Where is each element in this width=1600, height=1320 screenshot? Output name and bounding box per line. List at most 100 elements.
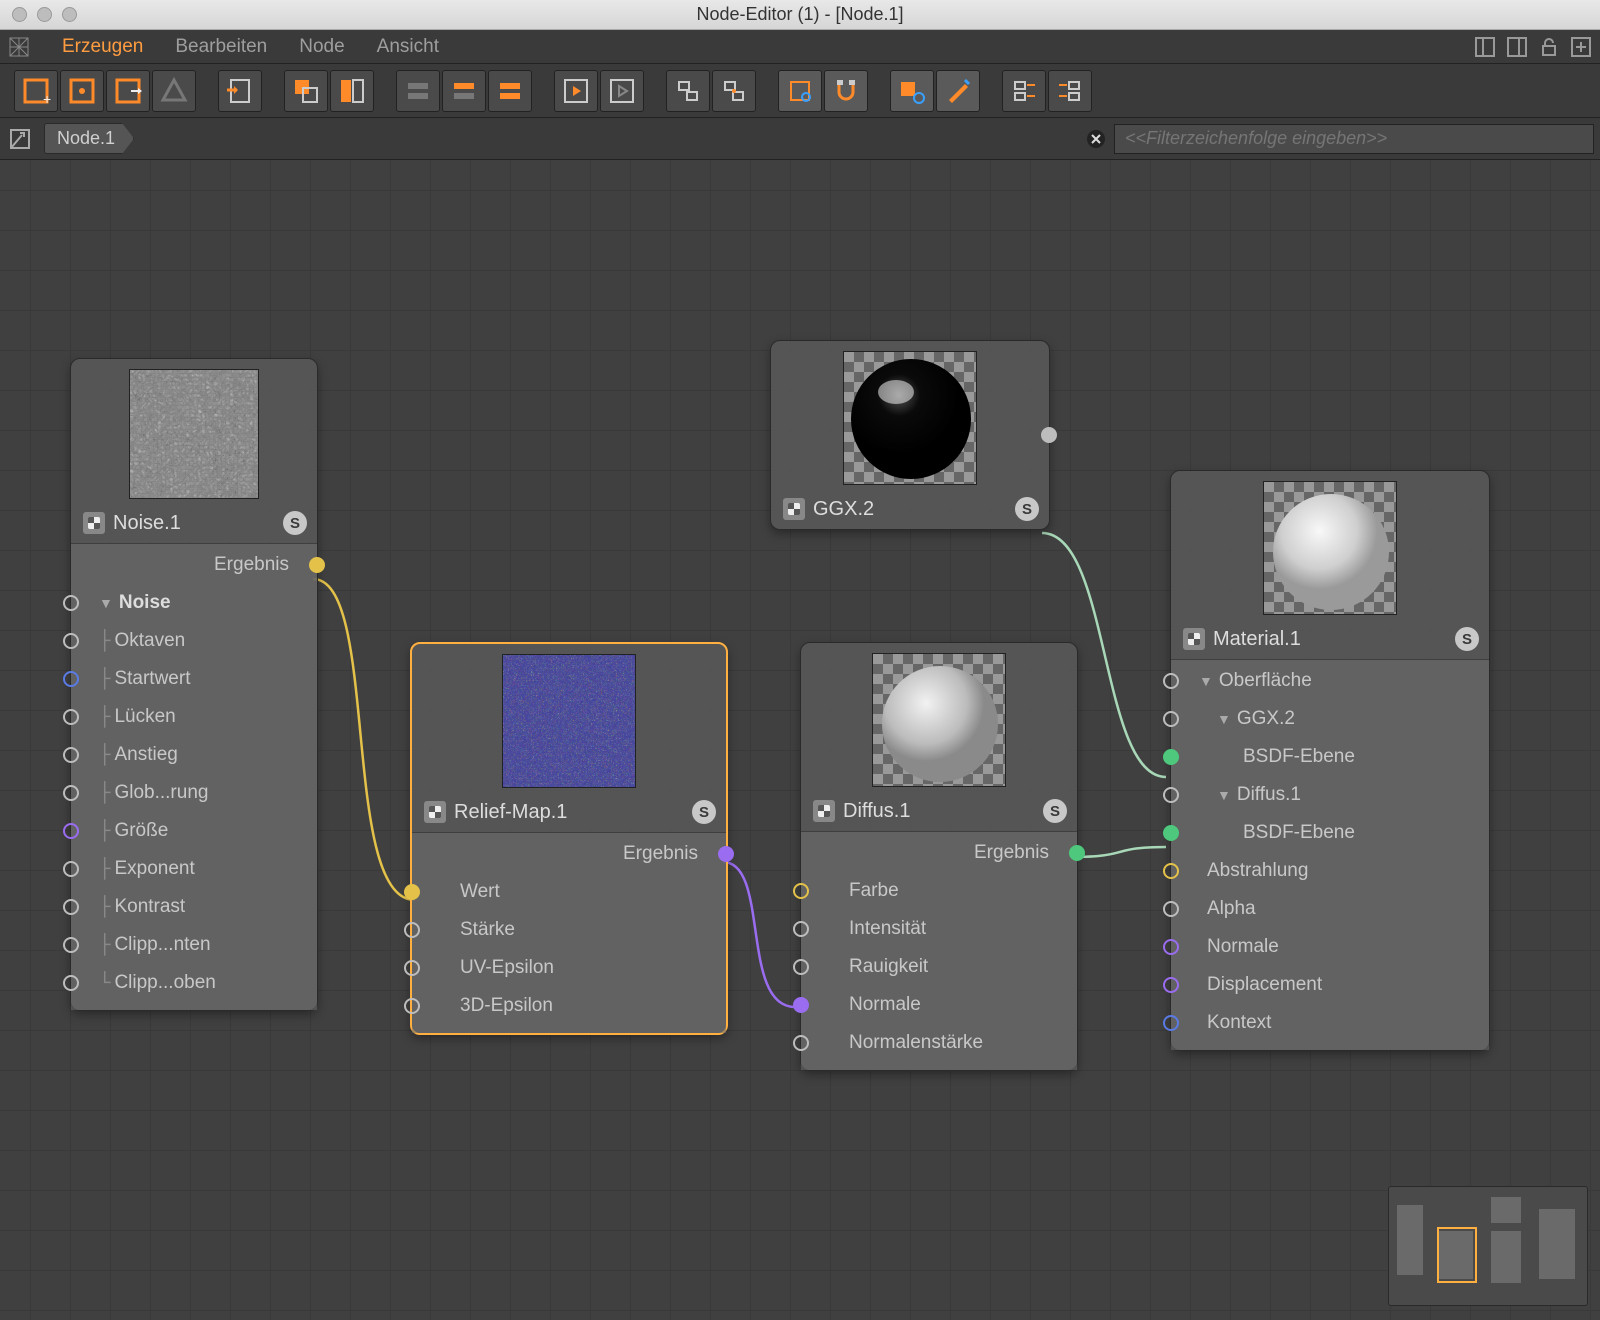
node-diffus[interactable]: Diffus.1 S Ergebnis Farbe Intensität Rau… [800,642,1078,1071]
node-header[interactable]: Noise.1 S [71,505,317,544]
solo-badge[interactable]: S [1015,497,1039,521]
param-row[interactable]: ▼GGX.2 [1171,700,1489,738]
input-port[interactable] [793,997,809,1013]
input-port[interactable] [63,709,79,725]
input-port[interactable] [1163,1015,1179,1031]
solo-badge[interactable]: S [1043,799,1067,823]
node-header[interactable]: Diffus.1 S [801,793,1077,832]
tool-snap-frame-icon[interactable] [778,70,822,112]
input-port[interactable] [793,959,809,975]
param-row[interactable]: Wert [412,873,726,911]
param-row[interactable]: Displacement [1171,966,1489,1004]
param-row[interactable]: Abstrahlung [1171,852,1489,890]
output-port[interactable] [718,846,734,862]
param-row[interactable]: ├Lücken [71,698,317,736]
tool-frame-out-icon[interactable] [106,70,150,112]
input-port[interactable] [1163,977,1179,993]
tool-frame-add-icon[interactable]: + [14,70,58,112]
input-port[interactable] [1163,673,1179,689]
minimap[interactable] [1388,1186,1588,1306]
param-row[interactable]: Stärke [412,911,726,949]
tool-align-1-icon[interactable] [666,70,710,112]
input-port[interactable] [63,747,79,763]
node-ggx[interactable]: GGX.2 S [770,340,1050,530]
param-row[interactable]: 3D-Epsilon [412,987,726,1025]
minimap-viewport[interactable] [1437,1227,1477,1283]
input-port[interactable] [404,884,420,900]
output-port[interactable] [1041,427,1057,443]
param-row[interactable]: ├Clipp...nten [71,926,317,964]
param-row[interactable]: └Clipp...oben [71,964,317,1002]
menu-ansicht[interactable]: Ansicht [361,36,455,58]
input-port[interactable] [793,921,809,937]
node-material[interactable]: Material.1 S ▼Oberfläche ▼GGX.2 BSDF-Ebe… [1170,470,1490,1051]
node-noise[interactable]: Noise.1 S Ergebnis ▼ Noise ├Oktaven ├Sta… [70,358,318,1011]
input-port[interactable] [1163,787,1179,803]
node-header[interactable]: Relief-Map.1 S [412,794,726,833]
input-port[interactable] [793,1035,809,1051]
lock-icon[interactable] [1536,34,1562,60]
param-row[interactable]: ▼Oberfläche [1171,662,1489,700]
tool-io-1-icon[interactable] [1002,70,1046,112]
input-port[interactable] [63,823,79,839]
output-row[interactable]: Ergebnis [801,834,1077,872]
node-header[interactable]: GGX.2 S [771,491,1049,529]
solo-badge[interactable]: S [1455,627,1479,651]
param-row[interactable]: ├Anstieg [71,736,317,774]
node-canvas[interactable]: Noise.1 S Ergebnis ▼ Noise ├Oktaven ├Sta… [0,160,1600,1320]
tool-play-outline-icon[interactable] [600,70,644,112]
layout-right-icon[interactable] [1504,34,1530,60]
input-port[interactable] [63,633,79,649]
param-row[interactable]: Normalenstärke [801,1024,1077,1062]
param-row[interactable]: BSDF-Ebene [1171,738,1489,776]
tool-frame-dot-icon[interactable] [60,70,104,112]
param-row[interactable]: Normale [1171,928,1489,966]
menu-erzeugen[interactable]: Erzeugen [46,36,159,58]
solo-badge[interactable]: S [692,800,716,824]
filter-input[interactable] [1114,124,1594,154]
param-row[interactable]: Alpha [1171,890,1489,928]
input-port[interactable] [63,861,79,877]
param-row[interactable]: ├Oktaven [71,622,317,660]
input-port[interactable] [404,960,420,976]
tool-import-icon[interactable] [218,70,262,112]
input-port[interactable] [1163,901,1179,917]
param-row[interactable]: ├Glob...rung [71,774,317,812]
input-port[interactable] [1163,711,1179,727]
input-port[interactable] [1163,825,1179,841]
output-port[interactable] [309,557,325,573]
tool-shape-icon[interactable] [152,70,196,112]
param-row[interactable]: ├Startwert [71,660,317,698]
param-row[interactable]: ├Kontrast [71,888,317,926]
tool-copy-icon[interactable] [284,70,328,112]
param-row[interactable]: Normale [801,986,1077,1024]
solo-badge[interactable]: S [283,511,307,535]
input-port[interactable] [63,595,79,611]
add-icon[interactable] [1568,34,1594,60]
input-port[interactable] [1163,863,1179,879]
output-row[interactable]: Ergebnis [71,546,317,584]
breadcrumb-node[interactable]: Node.1 [44,123,134,154]
group-row[interactable]: ▼ Noise [71,584,317,622]
param-row[interactable]: UV-Epsilon [412,949,726,987]
input-port[interactable] [63,899,79,915]
tool-preview-icon[interactable] [890,70,934,112]
node-header[interactable]: Material.1 S [1171,621,1489,660]
param-row[interactable]: ▼Diffus.1 [1171,776,1489,814]
input-port[interactable] [1163,749,1179,765]
output-row[interactable]: Ergebnis [412,835,726,873]
layout-left-icon[interactable] [1472,34,1498,60]
filter-clear-icon[interactable] [1084,127,1108,151]
tool-io-2-icon[interactable] [1048,70,1092,112]
menu-bearbeiten[interactable]: Bearbeiten [159,36,283,58]
param-row[interactable]: ├Exponent [71,850,317,888]
input-port[interactable] [63,937,79,953]
param-row[interactable]: Intensität [801,910,1077,948]
param-row[interactable]: ├Größe [71,812,317,850]
input-port[interactable] [404,922,420,938]
param-row[interactable]: Rauigkeit [801,948,1077,986]
input-port[interactable] [63,975,79,991]
output-port[interactable] [1069,845,1085,861]
input-port[interactable] [404,998,420,1014]
tool-rows-1-icon[interactable] [396,70,440,112]
